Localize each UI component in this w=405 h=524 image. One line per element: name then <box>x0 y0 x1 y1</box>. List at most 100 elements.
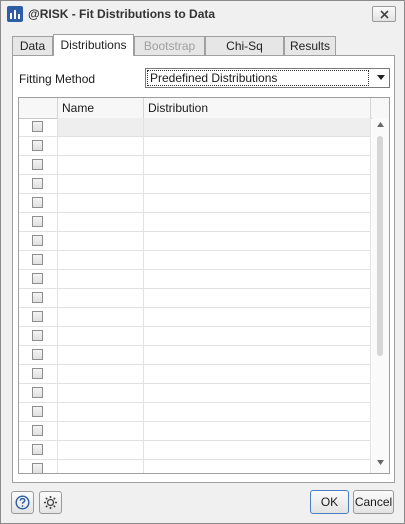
row-checkbox[interactable] <box>32 330 43 341</box>
table-row[interactable] <box>19 422 371 441</box>
table-row[interactable] <box>19 270 371 289</box>
distribution-cell[interactable] <box>144 384 371 403</box>
tab-chi-sq-binning[interactable]: Chi-Sq Binning <box>205 36 284 71</box>
distribution-cell[interactable] <box>144 251 371 270</box>
table-row[interactable] <box>19 460 371 473</box>
table-row[interactable] <box>19 403 371 422</box>
row-checkbox[interactable] <box>32 159 43 170</box>
tab-results[interactable]: Results <box>284 36 336 55</box>
scroll-up-icon[interactable] <box>377 122 384 127</box>
ok-button[interactable]: OK <box>310 490 349 514</box>
name-cell[interactable] <box>58 384 144 403</box>
window-title: @RISK - Fit Distributions to Data <box>28 7 216 21</box>
fitting-method-select[interactable]: Predefined Distributions <box>145 68 390 88</box>
distribution-cell[interactable] <box>144 232 371 251</box>
row-select-cell <box>19 441 58 460</box>
distribution-cell[interactable] <box>144 194 371 213</box>
row-checkbox[interactable] <box>32 140 43 151</box>
scroll-down-icon[interactable] <box>377 460 384 465</box>
distribution-cell[interactable] <box>144 441 371 460</box>
tab-distributions[interactable]: Distributions <box>53 34 134 56</box>
name-cell[interactable] <box>58 194 144 213</box>
distribution-cell[interactable] <box>144 137 371 156</box>
distribution-cell[interactable] <box>144 327 371 346</box>
table-row[interactable] <box>19 327 371 346</box>
row-checkbox[interactable] <box>32 406 43 417</box>
distribution-cell[interactable] <box>144 289 371 308</box>
row-select-cell <box>19 308 58 327</box>
name-cell[interactable] <box>58 156 144 175</box>
risk-chart-icon <box>7 6 23 22</box>
row-checkbox[interactable] <box>32 273 43 284</box>
row-checkbox[interactable] <box>32 387 43 398</box>
table-row[interactable] <box>19 232 371 251</box>
row-checkbox[interactable] <box>32 121 43 132</box>
row-checkbox[interactable] <box>32 311 43 322</box>
close-button[interactable] <box>372 6 396 22</box>
tab-data[interactable]: Data <box>12 36 53 55</box>
row-checkbox[interactable] <box>32 178 43 189</box>
distribution-cell[interactable] <box>144 346 371 365</box>
table-row[interactable] <box>19 384 371 403</box>
distribution-cell[interactable] <box>144 156 371 175</box>
column-header-distribution[interactable]: Distribution <box>144 98 371 118</box>
table-row[interactable] <box>19 365 371 384</box>
name-cell[interactable] <box>58 251 144 270</box>
name-cell[interactable] <box>58 175 144 194</box>
row-checkbox[interactable] <box>32 197 43 208</box>
name-cell[interactable] <box>58 289 144 308</box>
name-cell[interactable] <box>58 137 144 156</box>
row-checkbox[interactable] <box>32 254 43 265</box>
scrollbar-thumb[interactable] <box>377 136 383 356</box>
row-checkbox[interactable] <box>32 368 43 379</box>
table-row[interactable] <box>19 251 371 270</box>
distribution-cell[interactable] <box>144 422 371 441</box>
table-row[interactable] <box>19 175 371 194</box>
name-cell[interactable] <box>58 346 144 365</box>
table-row[interactable] <box>19 156 371 175</box>
name-cell[interactable] <box>58 270 144 289</box>
row-checkbox[interactable] <box>32 349 43 360</box>
table-row[interactable] <box>19 118 371 137</box>
distribution-cell[interactable] <box>144 403 371 422</box>
table-row[interactable] <box>19 213 371 232</box>
row-checkbox[interactable] <box>32 463 43 473</box>
row-checkbox[interactable] <box>32 216 43 227</box>
distribution-cell[interactable] <box>144 270 371 289</box>
distribution-cell[interactable] <box>144 213 371 232</box>
row-checkbox[interactable] <box>32 292 43 303</box>
row-checkbox[interactable] <box>32 235 43 246</box>
help-button[interactable] <box>11 491 34 514</box>
table-row[interactable] <box>19 194 371 213</box>
distribution-cell[interactable] <box>144 460 371 473</box>
distribution-cell[interactable] <box>144 175 371 194</box>
name-cell[interactable] <box>58 422 144 441</box>
table-row[interactable] <box>19 308 371 327</box>
table-row[interactable] <box>19 441 371 460</box>
name-cell[interactable] <box>58 460 144 473</box>
column-header-name[interactable]: Name <box>58 98 144 118</box>
row-checkbox[interactable] <box>32 425 43 436</box>
cancel-button[interactable]: Cancel <box>353 490 394 514</box>
vertical-scrollbar[interactable] <box>372 118 389 473</box>
row-select-cell <box>19 156 58 175</box>
name-cell[interactable] <box>58 118 144 137</box>
settings-button[interactable] <box>39 491 62 514</box>
name-cell[interactable] <box>58 365 144 384</box>
distribution-cell[interactable] <box>144 365 371 384</box>
distribution-cell[interactable] <box>144 308 371 327</box>
row-checkbox[interactable] <box>32 444 43 455</box>
table-row[interactable] <box>19 289 371 308</box>
table-row[interactable] <box>19 346 371 365</box>
name-cell[interactable] <box>58 308 144 327</box>
table-row[interactable] <box>19 137 371 156</box>
close-icon <box>380 10 389 19</box>
row-select-cell <box>19 194 58 213</box>
name-cell[interactable] <box>58 327 144 346</box>
name-cell[interactable] <box>58 232 144 251</box>
distribution-cell[interactable] <box>144 118 371 137</box>
name-cell[interactable] <box>58 213 144 232</box>
name-cell[interactable] <box>58 403 144 422</box>
grid-corner <box>371 98 389 119</box>
name-cell[interactable] <box>58 441 144 460</box>
